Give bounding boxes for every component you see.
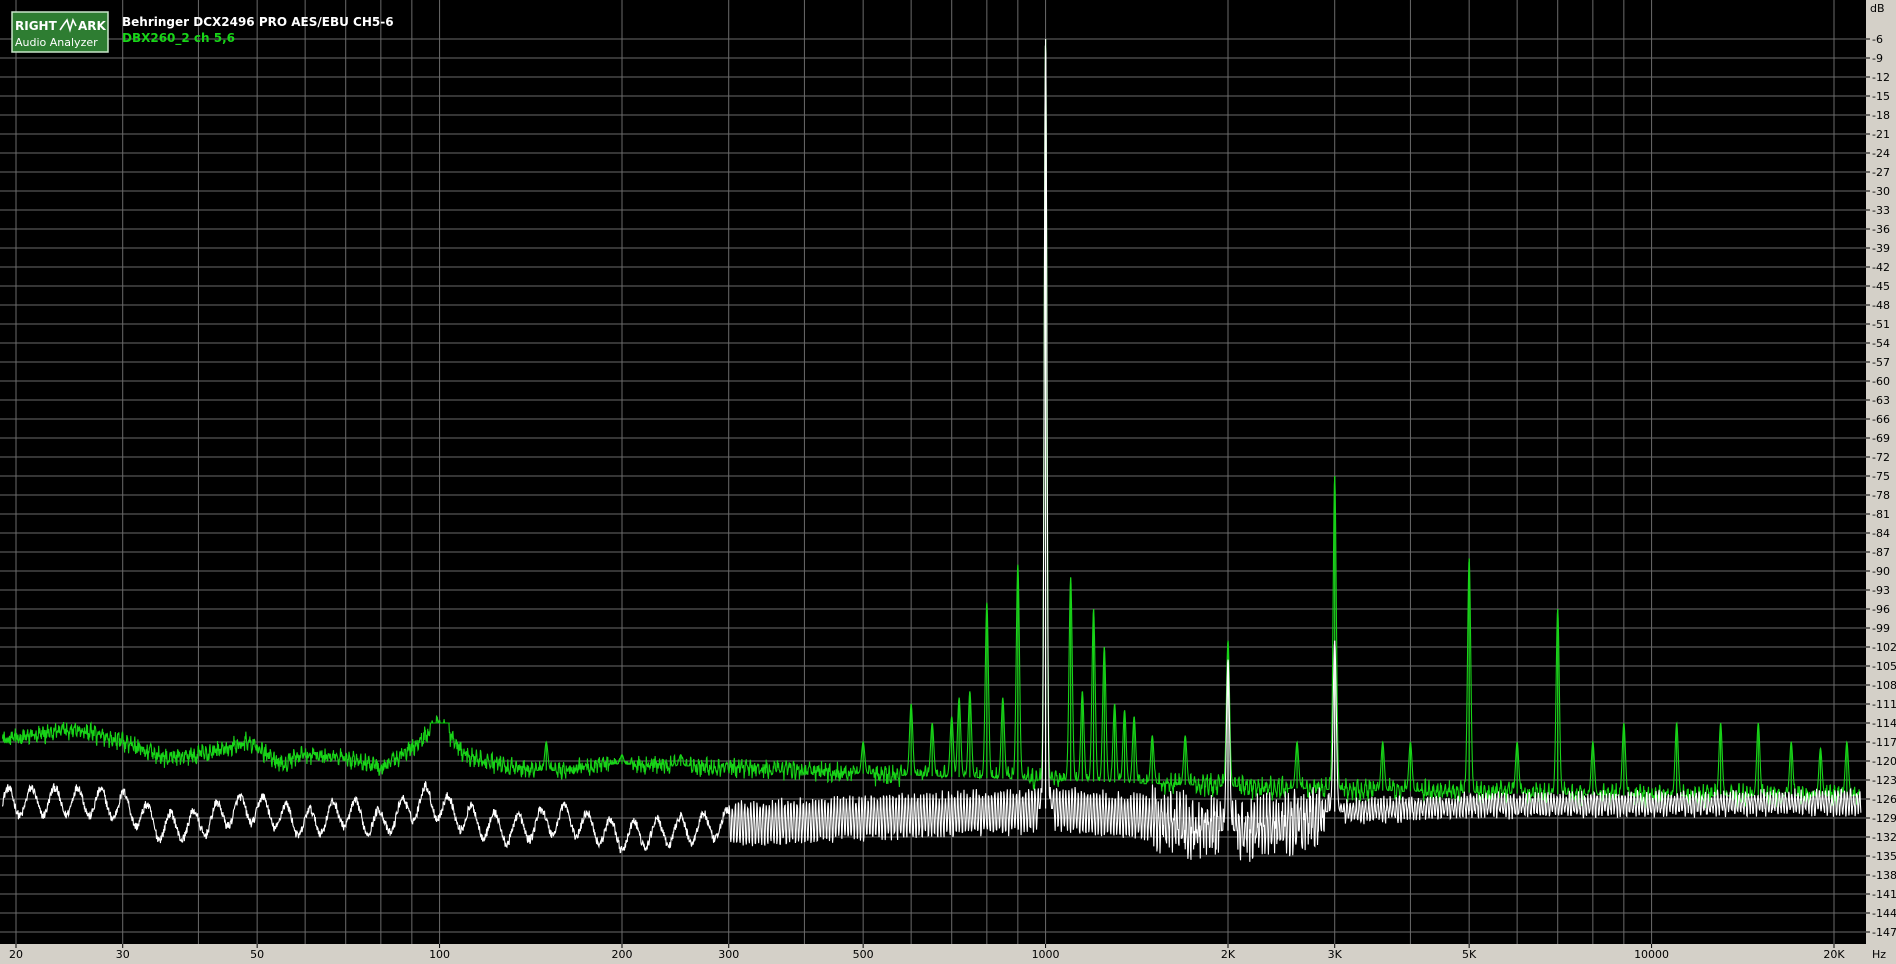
y-tick-label: -39	[1872, 242, 1890, 255]
y-tick-label: -75	[1872, 470, 1890, 483]
x-tick-label: 30	[116, 948, 130, 961]
y-axis-unit: dB	[1870, 2, 1885, 15]
x-tick-label: 500	[853, 948, 874, 961]
y-tick-label: -57	[1872, 356, 1890, 369]
spectrum-chart: -6 -9 -12 -15 -18 -21 -24 -27 -30 -33 -36 -39 -42 -45…	[0, 0, 1896, 964]
y-tick-label: -72	[1872, 451, 1890, 464]
y-tick-label: -144	[1872, 907, 1896, 920]
y-tick-label: -147	[1872, 926, 1896, 939]
logo-text-left: RIGHT	[15, 19, 58, 33]
y-tick-label: -30	[1872, 185, 1890, 198]
y-tick-label: -15	[1872, 90, 1890, 103]
y-tick-label: -96	[1872, 603, 1890, 616]
y-tick-label: -111	[1872, 698, 1896, 711]
y-tick-label: -90	[1872, 565, 1890, 578]
y-tick-label: -132	[1872, 831, 1896, 844]
y-tick-label: -138	[1872, 869, 1896, 882]
y-tick-label: -18	[1872, 109, 1890, 122]
y-tick-label: -48	[1872, 299, 1890, 312]
logo-subtitle: Audio Analyzer	[15, 36, 98, 49]
y-tick-label: -60	[1872, 375, 1890, 388]
x-axis-unit: Hz	[1872, 948, 1886, 961]
y-tick-label: -120	[1872, 755, 1896, 768]
y-tick-label: -6	[1872, 33, 1883, 46]
y-tick-label: -63	[1872, 394, 1890, 407]
x-tick-label: 20	[9, 948, 23, 961]
y-tick-label: -141	[1872, 888, 1896, 901]
x-tick-label: 5K	[1462, 948, 1477, 961]
y-tick-label: -24	[1872, 147, 1890, 160]
y-tick-label: -117	[1872, 736, 1896, 749]
y-tick-label: -81	[1872, 508, 1890, 521]
y-tick-label: -27	[1872, 166, 1890, 179]
y-tick-label: -135	[1872, 850, 1896, 863]
x-tick-label: 100	[429, 948, 450, 961]
x-tick-label: 200	[612, 948, 633, 961]
y-tick-label: -51	[1872, 318, 1890, 331]
y-tick-label: -33	[1872, 204, 1890, 217]
x-tick-label: 2K	[1221, 948, 1236, 961]
x-axis-panel	[0, 944, 1896, 964]
y-tick-label: -45	[1872, 280, 1890, 293]
y-tick-label: -21	[1872, 128, 1890, 141]
y-tick-label: -105	[1872, 660, 1896, 673]
y-tick-label: -66	[1872, 413, 1890, 426]
y-tick-label: -102	[1872, 641, 1896, 654]
chart-title: Behringer DCX2496 PRO AES/EBU CH5-6	[122, 15, 394, 29]
y-tick-label: -36	[1872, 223, 1890, 236]
y-tick-label: -123	[1872, 774, 1896, 787]
y-tick-label: -114	[1872, 717, 1896, 730]
y-tick-label: -69	[1872, 432, 1890, 445]
y-tick-label: -93	[1872, 584, 1890, 597]
y-tick-label: -42	[1872, 261, 1890, 274]
y-tick-label: -87	[1872, 546, 1890, 559]
x-tick-label: 10000	[1634, 948, 1669, 961]
y-tick-label: -126	[1872, 793, 1896, 806]
y-tick-label: -12	[1872, 71, 1890, 84]
y-tick-label: -84	[1872, 527, 1890, 540]
y-tick-label: -129	[1872, 812, 1896, 825]
x-tick-label: 1000	[1032, 948, 1060, 961]
x-tick-label: 20K	[1823, 948, 1845, 961]
y-tick-label: -54	[1872, 337, 1890, 350]
rightmark-logo: RIGHT ARK Audio Analyzer	[11, 11, 109, 53]
y-tick-label: -9	[1872, 52, 1883, 65]
x-tick-label: 300	[718, 948, 739, 961]
x-tick-label: 3K	[1328, 948, 1343, 961]
x-tick-label: 50	[250, 948, 264, 961]
y-tick-label: -78	[1872, 489, 1890, 502]
chart-subtitle: DBX260_2 ch 5,6	[122, 31, 235, 46]
y-tick-label: -108	[1872, 679, 1896, 692]
y-tick-label: -99	[1872, 622, 1890, 635]
logo-text-right: ARK	[78, 19, 107, 33]
